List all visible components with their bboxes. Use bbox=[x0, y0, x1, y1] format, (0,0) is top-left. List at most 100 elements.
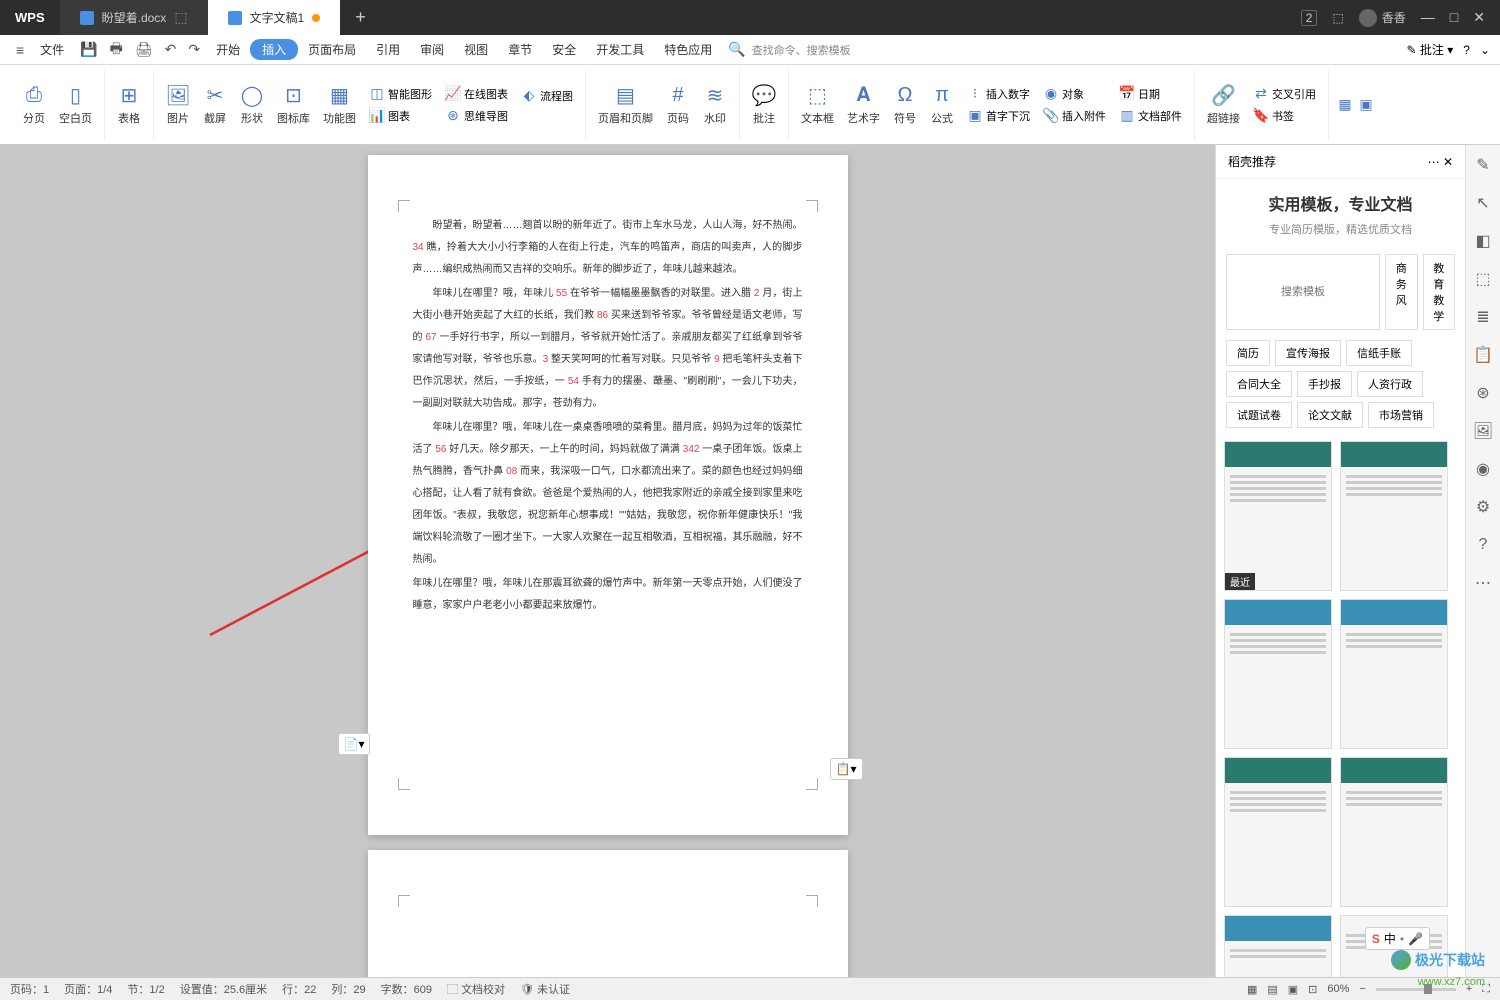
symbol-button[interactable]: Ω符号 bbox=[889, 82, 921, 128]
template-item[interactable] bbox=[1340, 441, 1448, 591]
status-auth[interactable]: 🛡 未认证 bbox=[520, 981, 570, 997]
status-col[interactable]: 列：29 bbox=[331, 981, 365, 997]
page-nav-icon[interactable]: 📄▾ bbox=[338, 733, 371, 755]
tag-paper[interactable]: 论文文献 bbox=[1297, 402, 1363, 428]
menu-review[interactable]: 审阅 bbox=[410, 41, 454, 58]
textbox-button[interactable]: ⬚文本框 bbox=[797, 82, 838, 128]
crossref-button[interactable]: ⇄交叉引用 bbox=[1249, 84, 1320, 104]
zoom-value[interactable]: 60% bbox=[1327, 983, 1349, 995]
status-proof[interactable]: ⬚ 文档校对 bbox=[447, 981, 505, 997]
template-item[interactable] bbox=[1224, 757, 1332, 907]
date-button[interactable]: 📅日期 bbox=[1115, 84, 1186, 104]
preview-icon[interactable]: 🖨 bbox=[129, 41, 159, 58]
tag-marketing[interactable]: 市场营销 bbox=[1368, 402, 1434, 428]
tab-doc1[interactable]: 盼望着.docx ⬚ bbox=[60, 0, 208, 35]
status-line[interactable]: 行：22 bbox=[282, 981, 316, 997]
status-section[interactable]: 节：1/2 bbox=[127, 981, 164, 997]
more-icon[interactable]: ⋯ bbox=[1473, 573, 1493, 593]
page-number-button[interactable]: #页码 bbox=[662, 82, 694, 128]
menu-start[interactable]: 开始 bbox=[206, 41, 250, 58]
insert-number-button[interactable]: ⁝插入数字 bbox=[963, 84, 1034, 104]
tag-resume[interactable]: 简历 bbox=[1226, 340, 1270, 366]
shape-button[interactable]: ◯形状 bbox=[236, 82, 268, 128]
tab-business[interactable]: 商务风 bbox=[1385, 254, 1418, 330]
clipboard-icon[interactable]: 📋 bbox=[1473, 345, 1493, 365]
template-item[interactable] bbox=[1340, 757, 1448, 907]
formula-button[interactable]: π公式 bbox=[926, 82, 958, 128]
status-position[interactable]: 设置值：25.6厘米 bbox=[180, 981, 267, 997]
comment-button[interactable]: 💬批注 bbox=[748, 82, 780, 128]
panel-menu-icon[interactable]: ⋯ bbox=[1428, 155, 1440, 169]
file-menu[interactable]: 文件 bbox=[30, 41, 74, 58]
status-words[interactable]: 字数：609 bbox=[381, 981, 432, 997]
help-icon[interactable]: ? bbox=[1463, 43, 1470, 57]
mic-icon[interactable]: 🎤 bbox=[1408, 932, 1423, 946]
layers-icon[interactable]: ≣ bbox=[1473, 307, 1493, 327]
menu-security[interactable]: 安全 bbox=[542, 41, 586, 58]
chart-button[interactable]: 📊图表 bbox=[365, 106, 436, 126]
print-icon[interactable]: 🖶 bbox=[104, 38, 129, 62]
screenshot-button[interactable]: ✂截屏 bbox=[199, 82, 231, 128]
extra-icon2[interactable]: ▣ bbox=[1358, 97, 1374, 113]
cursor-icon[interactable]: ↖ bbox=[1473, 193, 1493, 213]
iconlib-button[interactable]: ⊡图标库 bbox=[273, 82, 314, 128]
close-icon[interactable]: ✕ bbox=[1473, 9, 1485, 26]
tab-indicator-icon[interactable]: ⬚ bbox=[174, 9, 187, 26]
paste-options-icon[interactable]: 📋▾ bbox=[830, 758, 863, 780]
chevron-icon[interactable]: ⌄ bbox=[1480, 43, 1490, 57]
help-icon[interactable]: ? bbox=[1473, 535, 1493, 555]
view-mode-icon[interactable]: ▦ bbox=[1247, 983, 1257, 996]
maximize-icon[interactable]: □ bbox=[1450, 9, 1458, 26]
watermark-button[interactable]: ≋水印 bbox=[699, 82, 731, 128]
table-button[interactable]: ⊞表格 bbox=[113, 82, 145, 128]
save-icon[interactable]: 💾 bbox=[74, 41, 103, 58]
redo-icon[interactable]: ↷ bbox=[182, 41, 206, 58]
menu-layout[interactable]: 页面布局 bbox=[298, 41, 366, 58]
template-item[interactable] bbox=[1224, 915, 1332, 977]
new-tab-button[interactable]: + bbox=[340, 7, 381, 28]
user-info[interactable]: 香香 bbox=[1359, 9, 1406, 27]
menu-insert[interactable]: 插入 bbox=[250, 39, 298, 60]
apps-icon[interactable]: ⬚ bbox=[1332, 11, 1343, 25]
picture-button[interactable]: 🖼图片 bbox=[162, 82, 194, 128]
extra-icon[interactable]: ▦ bbox=[1337, 97, 1353, 113]
blank-page-button[interactable]: ▯空白页 bbox=[55, 82, 96, 128]
tab-education[interactable]: 教育教学 bbox=[1423, 254, 1456, 330]
search-hint[interactable]: 查找命令、搜索模板 bbox=[752, 42, 851, 58]
template-grid[interactable]: 最近 bbox=[1216, 433, 1465, 977]
header-footer-button[interactable]: ▤页眉和页脚 bbox=[594, 82, 657, 128]
template-item[interactable]: 最近 bbox=[1224, 441, 1332, 591]
function-chart-button[interactable]: ▦功能图 bbox=[319, 82, 360, 128]
view-mode-icon[interactable]: ▤ bbox=[1267, 983, 1277, 996]
tag-handcopy[interactable]: 手抄报 bbox=[1297, 371, 1352, 397]
wordart-button[interactable]: 𝐀艺术字 bbox=[843, 82, 884, 128]
globe-icon[interactable]: ◉ bbox=[1473, 459, 1493, 479]
menu-chapter[interactable]: 章节 bbox=[498, 41, 542, 58]
status-page[interactable]: 页面：1/4 bbox=[64, 981, 112, 997]
style-icon[interactable]: ◧ bbox=[1473, 231, 1493, 251]
template-item[interactable] bbox=[1224, 599, 1332, 749]
document-area[interactable]: 盼望着，盼望着……翘首以盼的新年近了。街市上车水马龙，人山人海，好不热闹。34 … bbox=[0, 145, 1215, 977]
badge[interactable]: 2 bbox=[1301, 10, 1318, 26]
tag-poster[interactable]: 宣传海报 bbox=[1275, 340, 1341, 366]
hyperlink-button[interactable]: 🔗超链接 bbox=[1203, 82, 1244, 128]
select-icon[interactable]: ⬚ bbox=[1473, 269, 1493, 289]
object-button[interactable]: ◉对象 bbox=[1039, 84, 1110, 104]
tag-letter[interactable]: 信纸手账 bbox=[1346, 340, 1412, 366]
flowchart-button[interactable]: ⬖流程图 bbox=[517, 86, 577, 106]
smart-graphic-button[interactable]: ◫智能图形 bbox=[365, 84, 436, 104]
template-search-input[interactable] bbox=[1226, 254, 1380, 330]
menu-icon[interactable]: ≡ bbox=[10, 42, 30, 58]
undo-icon[interactable]: ↶ bbox=[159, 41, 183, 58]
dropcap-button[interactable]: ▣首字下沉 bbox=[963, 106, 1034, 126]
search-icon[interactable]: 🔍 bbox=[722, 41, 751, 58]
template-item[interactable] bbox=[1340, 599, 1448, 749]
tag-hr[interactable]: 人资行政 bbox=[1357, 371, 1423, 397]
view-mode-icon[interactable]: ▣ bbox=[1288, 983, 1298, 996]
attachment-button[interactable]: 📎插入附件 bbox=[1039, 106, 1110, 126]
menu-devtools[interactable]: 开发工具 bbox=[586, 41, 654, 58]
menu-special[interactable]: 特色应用 bbox=[654, 41, 722, 58]
menu-reference[interactable]: 引用 bbox=[366, 41, 410, 58]
menu-view[interactable]: 视图 bbox=[454, 41, 498, 58]
image-icon[interactable]: 🖼 bbox=[1473, 421, 1493, 441]
